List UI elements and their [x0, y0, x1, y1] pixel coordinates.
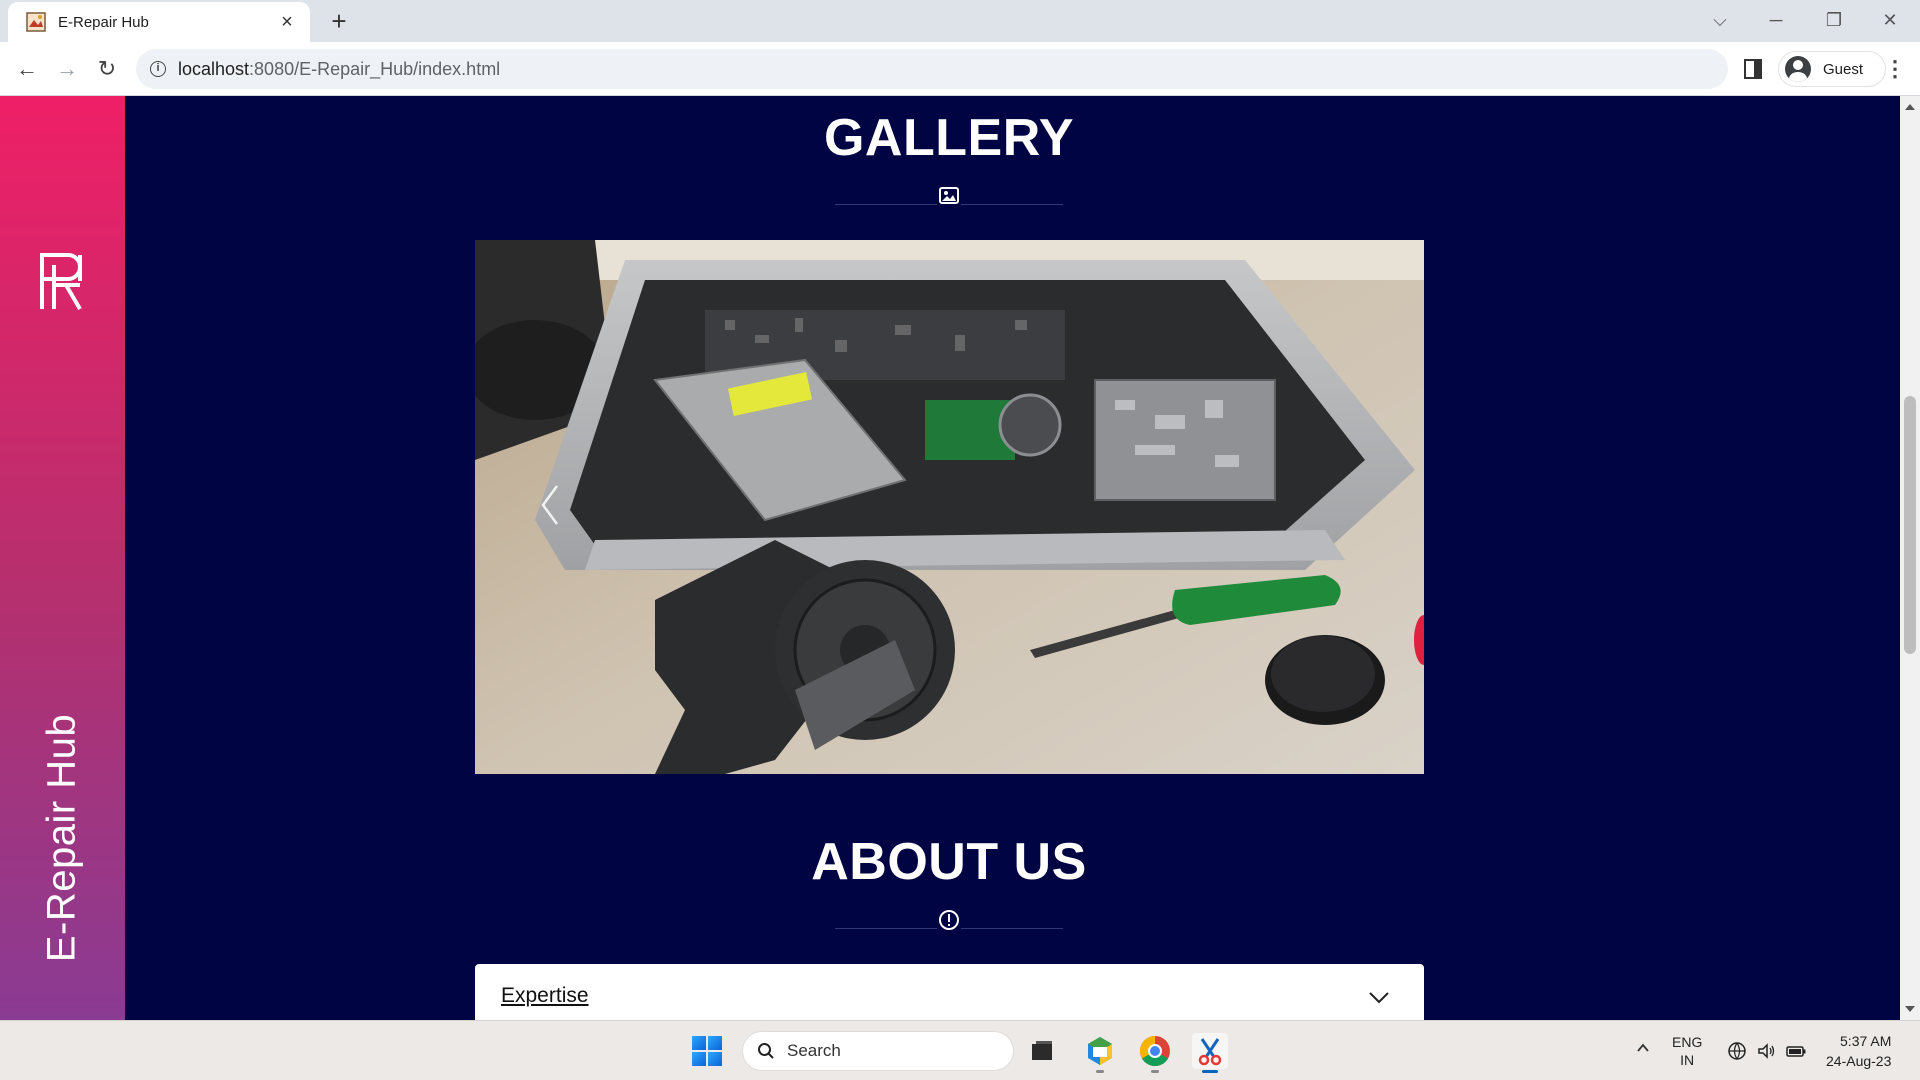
scroll-down-icon[interactable] — [1905, 1006, 1915, 1012]
task-view-icon[interactable] — [1024, 1033, 1060, 1069]
restore-icon[interactable]: ❐ — [1814, 6, 1854, 34]
gallery-carousel[interactable] — [475, 240, 1424, 774]
tray-chevron-up-icon[interactable] — [1636, 1041, 1650, 1055]
gallery-photo-laptop-repair — [475, 240, 1424, 774]
app-active-indicator — [1202, 1070, 1218, 1073]
about-title: ABOUT US — [811, 833, 1087, 891]
taskbar-search-placeholder: Search — [787, 1041, 841, 1060]
browser-tab[interactable]: E-Repair Hub × — [8, 2, 310, 42]
reload-icon[interactable]: ↻ — [92, 54, 122, 84]
page-scrollbar[interactable] — [1900, 96, 1920, 1020]
address-bar[interactable]: i localhost:8080/E-Repair_Hub/index.html — [136, 49, 1728, 89]
clock-date: 24-Aug-23 — [1826, 1053, 1892, 1069]
brand-name-vertical: E-Repair Hub — [39, 713, 84, 963]
accordion-label[interactable]: Expertise — [501, 984, 589, 1008]
forward-icon[interactable]: → — [52, 54, 82, 84]
site-info-icon[interactable]: i — [150, 61, 166, 77]
app-icon-hexagon[interactable] — [1082, 1033, 1118, 1073]
language-region: IN — [1680, 1052, 1695, 1068]
system-clock[interactable]: 5:37 AM 24-Aug-23 — [1826, 1031, 1891, 1071]
tab-title: E-Repair Hub — [58, 13, 149, 31]
minimize-icon[interactable]: ─ — [1756, 6, 1796, 34]
language-code: ENG — [1672, 1034, 1703, 1050]
page-viewport: E-Repair Hub GALLERY ABOUT US Expertise — [0, 96, 1920, 1020]
image-icon — [937, 184, 961, 208]
taskbar-search-box[interactable]: Search — [742, 1031, 1014, 1071]
tab-close-icon[interactable]: × — [276, 12, 298, 32]
language-indicator[interactable]: ENG IN — [1672, 1033, 1702, 1069]
volume-icon[interactable] — [1756, 1041, 1776, 1061]
browser-tab-strip: E-Repair Hub × + ⌵ ─ ❐ ✕ — [0, 0, 1920, 42]
app-running-indicator — [1151, 1070, 1159, 1073]
tab-search-icon[interactable]: ⌵ — [1700, 6, 1740, 34]
windows-start-icon[interactable] — [692, 1036, 722, 1066]
close-window-icon[interactable]: ✕ — [1870, 6, 1910, 34]
chevron-down-icon[interactable] — [1368, 986, 1390, 1008]
battery-icon[interactable] — [1786, 1041, 1806, 1061]
network-icon[interactable] — [1727, 1041, 1747, 1061]
accordion-item-expertise[interactable]: Expertise — [475, 964, 1424, 1020]
back-icon[interactable]: ← — [12, 54, 42, 84]
chrome-icon[interactable] — [1137, 1033, 1173, 1073]
chevron-left-icon[interactable] — [535, 480, 565, 530]
avatar-icon — [1785, 56, 1811, 82]
brand-logo-icon[interactable] — [38, 251, 84, 313]
info-circle-icon — [937, 908, 961, 932]
scroll-up-icon[interactable] — [1905, 104, 1915, 110]
search-icon — [758, 1043, 774, 1059]
side-panel-icon[interactable] — [1744, 59, 1762, 79]
taskbar: Search ENG IN 5:37 AM 24-Aug-23 — [0, 1020, 1920, 1080]
url-path: :8080/E-Repair_Hub/index.html — [249, 58, 501, 79]
url-host: localhost — [178, 58, 250, 79]
profile-label: Guest — [1823, 60, 1864, 78]
app-running-indicator — [1096, 1070, 1104, 1073]
profile-button[interactable]: Guest — [1778, 51, 1886, 87]
snipping-tool-icon[interactable] — [1192, 1033, 1228, 1073]
clock-time: 5:37 AM — [1840, 1033, 1892, 1049]
scrollbar-thumb[interactable] — [1904, 396, 1916, 654]
new-tab-button[interactable]: + — [324, 6, 354, 36]
browser-toolbar: ← → ↻ i localhost:8080/E-Repair_Hub/inde… — [0, 42, 1920, 96]
sidebar: E-Repair Hub — [0, 96, 125, 1020]
site-favicon-icon — [26, 12, 46, 32]
browser-menu-icon[interactable]: ⋮ — [1884, 54, 1906, 84]
gallery-title: GALLERY — [823, 109, 1075, 167]
